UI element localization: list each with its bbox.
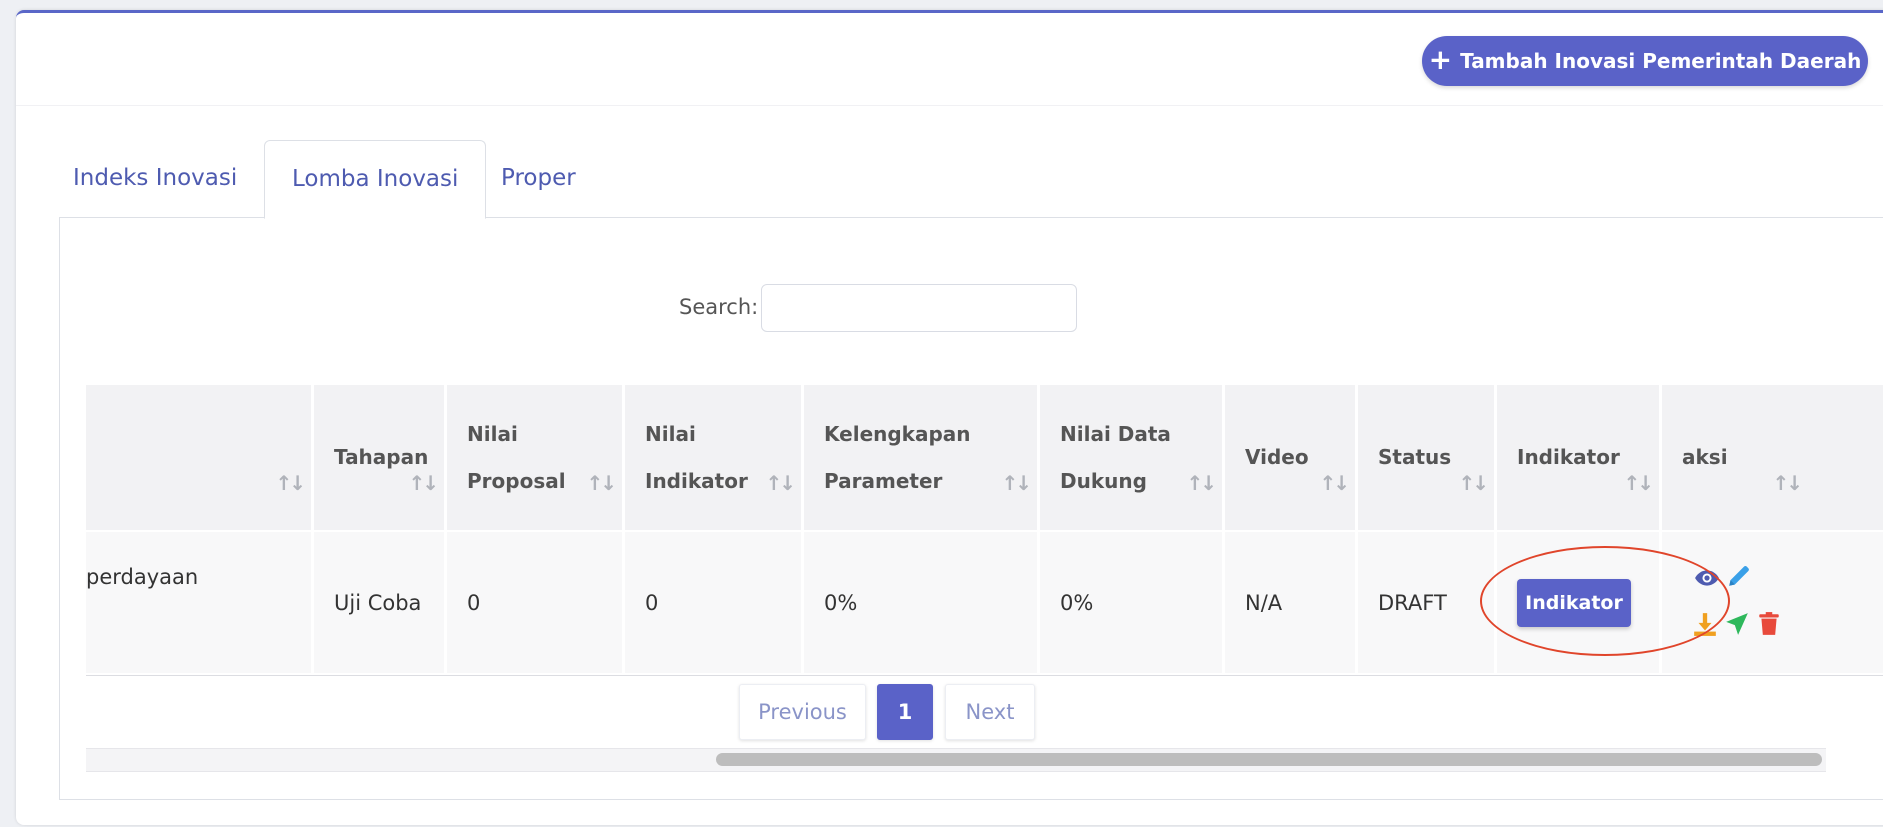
table-bottom-border (86, 675, 1883, 676)
table-cell-status: DRAFT (1358, 532, 1494, 673)
tab-label: Lomba Inovasi (292, 166, 459, 192)
cell-text: N/A (1245, 590, 1283, 615)
column-header-label: Status (1378, 445, 1452, 469)
search-label: Search: (679, 295, 759, 319)
table-cell-nama: perdayaan (86, 532, 311, 673)
search-input[interactable] (761, 284, 1077, 332)
column-header-label: Nilai Indikator (645, 421, 748, 493)
tab-proper[interactable]: Proper (501, 140, 576, 216)
column-header-video[interactable]: Video ↑↓ (1225, 385, 1355, 530)
column-header-label: Indikator (1517, 445, 1620, 469)
sort-icon: ↑↓ (1001, 471, 1031, 495)
column-header-label: Kelengkapan Parameter (824, 421, 971, 493)
sort-icon: ↑↓ (1319, 471, 1349, 495)
column-header-label: Nilai Data Dukung (1060, 421, 1171, 493)
table-cell-video: N/A (1225, 532, 1355, 673)
download-icon[interactable] (1692, 611, 1718, 637)
add-innovation-button[interactable]: + Tambah Inovasi Pemerintah Daerah (1422, 36, 1868, 86)
column-header-tahapan[interactable]: Tahapan ↑↓ (314, 385, 444, 530)
column-header-nama[interactable]: ↑↓ (86, 385, 311, 530)
sort-icon: ↑↓ (1772, 471, 1802, 495)
next-page-button[interactable]: Next (945, 684, 1035, 740)
page-1-button[interactable]: 1 (877, 684, 933, 740)
sort-icon: ↑↓ (1458, 471, 1488, 495)
sort-icon: ↑↓ (1623, 471, 1653, 495)
table-cell-nilai-proposal: 0 (447, 532, 622, 673)
pencil-icon[interactable] (1726, 563, 1752, 589)
sort-icon: ↑↓ (275, 471, 305, 495)
column-header-label: aksi (1682, 445, 1728, 469)
column-header-aksi[interactable]: aksi ↑↓ (1662, 385, 1883, 530)
send-icon[interactable] (1724, 611, 1750, 637)
table-cell-kelengkapan: 0% (804, 532, 1037, 673)
horizontal-scrollbar[interactable] (86, 748, 1826, 772)
sort-icon: ↑↓ (1186, 471, 1216, 495)
status-text: DRAFT (1378, 590, 1447, 615)
pagination: Previous 1 Next (0, 684, 1883, 742)
cell-text: 0% (824, 590, 858, 615)
eye-icon[interactable] (1694, 565, 1720, 591)
cell-text: perdayaan (86, 565, 199, 589)
indikator-button[interactable]: Indikator (1517, 578, 1631, 627)
tab-indeks-inovasi[interactable]: Indeks Inovasi (73, 140, 237, 216)
table-cell-tahapan: Uji Coba (314, 532, 444, 673)
tab-label: Indeks Inovasi (73, 165, 238, 191)
cell-text: Uji Coba (334, 590, 422, 615)
table-cell-nilai-data: 0% (1040, 532, 1222, 673)
cell-text: 0 (467, 590, 481, 615)
table-cell-aksi (1662, 532, 1883, 673)
cell-text: 0 (645, 590, 659, 615)
column-header-nilai-proposal[interactable]: Nilai Proposal ↑↓ (447, 385, 622, 530)
sort-icon: ↑↓ (408, 471, 438, 495)
plus-icon: + (1428, 42, 1453, 76)
column-header-status[interactable]: Status ↑↓ (1358, 385, 1494, 530)
table-cell-nilai-indikator: 0 (625, 532, 801, 673)
previous-page-button[interactable]: Previous (739, 684, 866, 740)
column-header-label: Nilai Proposal (467, 421, 566, 493)
innovation-table: ↑↓ Tahapan ↑↓ Nilai Proposal ↑↓ Nilai In… (86, 385, 1883, 675)
scrollbar-thumb[interactable] (716, 753, 1822, 766)
cell-text: 0% (1060, 590, 1094, 615)
add-innovation-label: Tambah Inovasi Pemerintah Daerah (1460, 49, 1862, 73)
sort-icon: ↑↓ (765, 471, 795, 495)
tab-lomba-inovasi[interactable]: Lomba Inovasi (264, 140, 487, 219)
column-header-nilai-data-dukung[interactable]: Nilai Data Dukung ↑↓ (1040, 385, 1222, 530)
column-header-label: Video (1245, 445, 1309, 469)
card-header: + Tambah Inovasi Pemerintah Daerah (16, 13, 1883, 106)
column-header-kelengkapan-parameter[interactable]: Kelengkapan Parameter ↑↓ (804, 385, 1037, 530)
tab-label: Proper (501, 165, 576, 191)
tab-bar: Indeks Inovasi Lomba Inovasi Proper (16, 140, 1883, 228)
column-header-indikator[interactable]: Indikator ↑↓ (1497, 385, 1659, 530)
sort-icon: ↑↓ (586, 471, 616, 495)
column-header-nilai-indikator[interactable]: Nilai Indikator ↑↓ (625, 385, 801, 530)
trash-icon[interactable] (1756, 611, 1782, 637)
table-cell-indikator: Indikator (1497, 532, 1659, 673)
